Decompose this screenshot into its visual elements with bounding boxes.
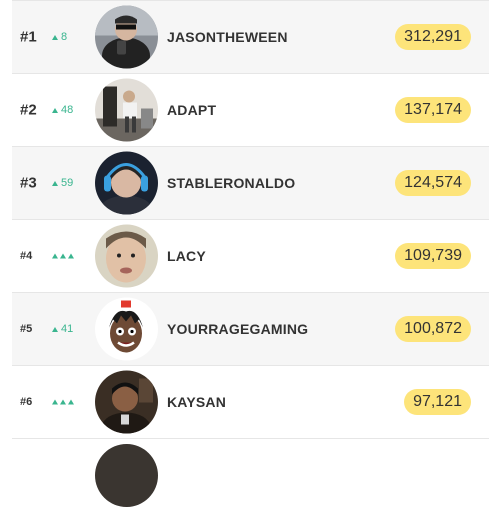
leaderboard-row[interactable]: #2 48 ADAPT 137,174 bbox=[12, 73, 489, 146]
score-badge: 137,174 bbox=[395, 97, 471, 123]
triangle-up-icon bbox=[52, 326, 58, 332]
rank-change: 8 bbox=[52, 31, 67, 43]
rank-change bbox=[52, 399, 76, 405]
avatar bbox=[95, 444, 158, 507]
leaderboard-row[interactable]: #4 LACY 109,739 bbox=[12, 219, 489, 292]
avatar[interactable] bbox=[95, 297, 158, 361]
leaderboard-row[interactable]: #6 KAYSAN 97,121 bbox=[12, 365, 489, 438]
rank-change bbox=[52, 253, 76, 259]
leaderboard: #1 8 JASONTHEWEEN 312,291 #2 48 ADAPT 13… bbox=[12, 0, 489, 438]
rank-label: #3 bbox=[20, 174, 37, 192]
player-name[interactable]: KAYSAN bbox=[167, 394, 226, 410]
triangle-up-icon bbox=[60, 253, 66, 259]
score-badge: 124,574 bbox=[395, 170, 471, 196]
rank-label: #1 bbox=[20, 28, 37, 46]
avatar[interactable] bbox=[95, 370, 158, 434]
leaderboard-row bbox=[12, 438, 489, 507]
triangle-up-icon bbox=[52, 399, 58, 405]
player-name[interactable]: JASONTHEWEEN bbox=[167, 29, 288, 45]
rank-change: 41 bbox=[52, 323, 73, 335]
rank-label: #5 bbox=[20, 323, 33, 335]
triangle-up-icon bbox=[52, 180, 58, 186]
score-badge: 100,872 bbox=[395, 316, 471, 342]
player-name[interactable]: LACY bbox=[167, 248, 206, 264]
rank-change: 59 bbox=[52, 177, 73, 189]
triangle-up-icon bbox=[60, 399, 66, 405]
rank-label: #2 bbox=[20, 101, 37, 119]
rank-change-value: 59 bbox=[61, 177, 74, 189]
rank-change-value: 48 bbox=[61, 104, 74, 116]
rank-change: 48 bbox=[52, 104, 73, 116]
player-name[interactable]: ADAPT bbox=[167, 102, 216, 118]
triangle-up-icon bbox=[68, 253, 74, 259]
avatar[interactable] bbox=[95, 151, 158, 215]
rank-label: #6 bbox=[20, 396, 33, 408]
rank-label: #4 bbox=[20, 250, 33, 262]
rank-change-value: 41 bbox=[61, 323, 74, 335]
score-badge: 97,121 bbox=[404, 389, 471, 415]
player-name[interactable]: YOURRAGEGAMING bbox=[167, 321, 308, 337]
leaderboard-row[interactable]: #1 8 JASONTHEWEEN 312,291 bbox=[12, 0, 489, 73]
avatar[interactable] bbox=[95, 224, 158, 288]
triangle-up-icon bbox=[52, 107, 58, 113]
leaderboard-row[interactable]: #5 41 YOURRAGEGAMING 100,872 bbox=[12, 292, 489, 365]
rank-change-value: 8 bbox=[61, 31, 68, 43]
player-name[interactable]: STABLERONALDO bbox=[167, 175, 295, 191]
triangle-up-icon bbox=[52, 253, 58, 259]
score-badge: 109,739 bbox=[395, 243, 471, 269]
triangle-up-icon bbox=[68, 399, 74, 405]
avatar[interactable] bbox=[95, 78, 158, 142]
avatar[interactable] bbox=[95, 5, 158, 69]
score-badge: 312,291 bbox=[395, 24, 471, 50]
triangle-up-icon bbox=[52, 34, 58, 40]
leaderboard-row[interactable]: #3 59 STABLERONALDO 124,574 bbox=[12, 146, 489, 219]
